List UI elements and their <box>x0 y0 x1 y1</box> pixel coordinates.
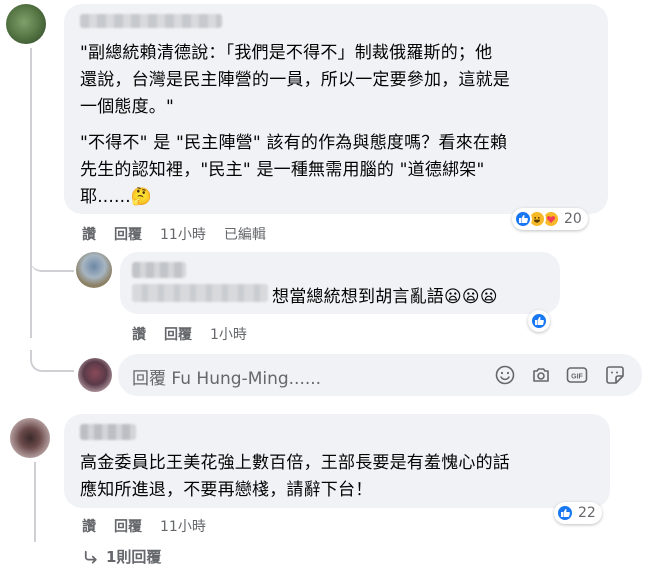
like-reaction-icon <box>514 210 532 228</box>
reply-actions: 讚 回覆 1小時 <box>132 324 247 344</box>
reply-button[interactable]: 回覆 <box>164 324 192 344</box>
reaction-summary[interactable]: 20 <box>512 208 588 230</box>
replier-name-extra <box>132 284 268 302</box>
like-button[interactable]: 讚 <box>82 516 96 536</box>
replier-name[interactable] <box>132 262 186 278</box>
commenter-avatar[interactable] <box>6 4 46 44</box>
comment-bubble: 高金委員比王美花強上數百倍，王部長要是有羞愧心的話 應知所進退，不要再戀棧，請辭… <box>64 414 610 508</box>
comment-text-paragraph-2: "不得不" 是 "民主陣營" 該有的作為與態度嗎？看來在賴 先生的認知裡，"民主… <box>80 133 508 207</box>
like-reaction-icon <box>530 312 548 330</box>
current-user-avatar <box>78 358 112 392</box>
like-reaction-icon <box>556 504 574 522</box>
commenter-name[interactable] <box>80 424 136 440</box>
reply-input[interactable]: 回覆 Fu Hung-Ming...... GIF <box>118 354 642 396</box>
reply-button[interactable]: 回覆 <box>114 224 142 244</box>
comment-bubble: "副總統賴清德說：「我們是不得不」制裁俄羅斯的；他 還說，台灣是民主陣營的一員，… <box>64 4 608 214</box>
reply-input-placeholder: 回覆 Fu Hung-Ming...... <box>132 369 322 389</box>
view-replies-label[interactable]: 1則回覆 <box>106 546 161 567</box>
timestamp[interactable]: 11小時 <box>160 224 206 244</box>
timestamp[interactable]: 11小時 <box>160 516 206 536</box>
reply-bubble: 想當總統想到胡言亂語😦😦😦 <box>120 252 560 314</box>
timestamp[interactable]: 1小時 <box>210 324 247 344</box>
comment-text: "副總統賴清德說：「我們是不得不」制裁俄羅斯的；他 還說，台灣是民主陣營的一員，… <box>80 43 510 117</box>
edited-label: 已編輯 <box>223 227 266 243</box>
camera-icon[interactable] <box>530 364 552 386</box>
commenter-avatar[interactable] <box>10 418 50 458</box>
comment-text: 高金委員比王美花強上數百倍，王部長要是有羞愧心的話 應知所進退，不要再戀棧，請辭… <box>80 453 510 500</box>
reply-arrow-icon <box>82 548 100 566</box>
reaction-count: 20 <box>564 211 582 227</box>
reaction-count: 22 <box>578 505 596 521</box>
emoji-icon[interactable] <box>494 364 516 386</box>
thread-connector <box>30 250 74 272</box>
sticker-icon[interactable] <box>604 364 626 386</box>
reaction-summary[interactable]: 22 <box>554 502 602 524</box>
thread-connector <box>30 350 74 372</box>
comment-actions: 讚 回覆 11小時 已編輯 <box>82 224 266 244</box>
comment-actions: 讚 回覆 11小時 <box>82 516 206 536</box>
commenter-name[interactable] <box>80 14 222 28</box>
thread-connector <box>34 536 74 550</box>
like-button[interactable]: 讚 <box>82 224 96 244</box>
replier-avatar[interactable] <box>76 252 112 288</box>
reply-text: 想當總統想到胡言亂語😦😦😦 <box>272 287 498 307</box>
thread-line <box>34 462 36 542</box>
like-button[interactable]: 讚 <box>132 324 146 344</box>
reply-button[interactable]: 回覆 <box>114 516 142 536</box>
reaction-summary[interactable] <box>528 310 550 332</box>
svg-text:GIF: GIF <box>571 374 583 381</box>
gif-icon[interactable]: GIF <box>566 364 588 386</box>
view-replies-link[interactable]: 1則回覆 <box>82 546 161 567</box>
thread-line <box>30 48 32 338</box>
